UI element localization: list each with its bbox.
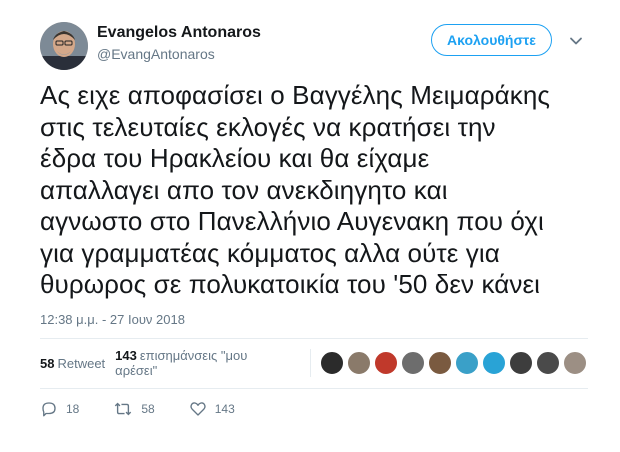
divider [40, 388, 588, 389]
profile-photo-icon [40, 22, 88, 70]
liker-avatar[interactable] [536, 351, 560, 375]
liker-avatar[interactable] [401, 351, 425, 375]
retweet-count: 58 [141, 402, 155, 416]
retweets-label: Retweet [57, 355, 106, 371]
liker-avatar[interactable] [509, 351, 533, 375]
reply-icon [42, 402, 56, 417]
like-count: 143 [214, 402, 235, 416]
like-action[interactable]: 143 [189, 400, 235, 418]
liker-avatar[interactable] [320, 351, 344, 375]
reply-action[interactable]: 18 [40, 400, 79, 418]
liker-avatar[interactable] [347, 351, 371, 375]
divider [40, 338, 588, 339]
tweet-timestamp[interactable]: 12:38 μ.μ. - 27 Ιουν 2018 [40, 312, 185, 327]
reply-count: 18 [66, 402, 80, 416]
chevron-down-icon[interactable] [569, 34, 583, 48]
heart-icon [190, 402, 206, 416]
stats-separator [310, 349, 311, 377]
liker-avatar[interactable] [563, 351, 587, 375]
retweet-icon [115, 402, 132, 416]
author-avatar[interactable] [40, 22, 88, 70]
likes-count: 143 [115, 348, 137, 363]
author-handle[interactable]: @EvangAntonaros [97, 46, 215, 62]
tweet-actions: 18 58 143 [40, 398, 269, 420]
liker-avatar[interactable] [428, 351, 452, 375]
liker-avatar[interactable] [455, 351, 479, 375]
likes-stat[interactable]: 143 επισημάνσεις "μου αρέσει" [115, 348, 292, 378]
tweet-card: Evangelos Antonaros @EvangAntonaros Ακολ… [0, 0, 620, 452]
retweet-action[interactable]: 58 [113, 400, 155, 418]
tweet-text: Ας ειχε αποφασίσει ο Βαγγέλης Μειμαράκης… [40, 80, 551, 299]
stats-row: 58 Retweet 143 επισημάνσεις "μου αρέσει" [40, 344, 590, 382]
follow-button[interactable]: Ακολουθήστε [431, 24, 552, 56]
retweets-count: 58 [40, 355, 55, 371]
author-display-name[interactable]: Evangelos Antonaros [97, 24, 261, 42]
likers-avatars [320, 351, 590, 375]
liker-avatar[interactable] [374, 351, 398, 375]
retweets-stat[interactable]: 58 Retweet [40, 356, 105, 371]
liker-avatar[interactable] [482, 351, 506, 375]
